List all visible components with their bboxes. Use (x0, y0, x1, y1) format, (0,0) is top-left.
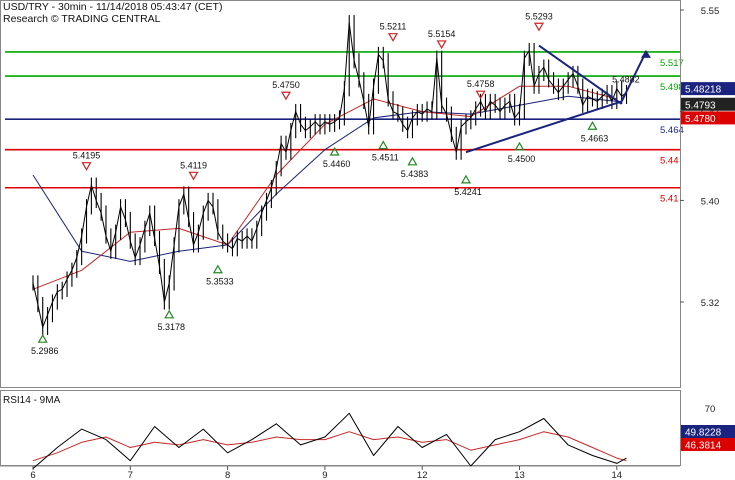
price-panel-frame (0, 0, 681, 388)
rsi-label: RSI14 - 9MA (3, 395, 61, 406)
price-badge-label: 5.4793 (685, 100, 716, 111)
swing-label: 5.4663 (581, 133, 609, 143)
y-tick-label: 5.32 (701, 298, 720, 309)
price-line (32, 22, 627, 330)
rsi-panel-frame (0, 390, 681, 466)
high-marker-icon (436, 40, 447, 50)
low-marker-icon (407, 156, 418, 166)
price-series (32, 15, 628, 336)
swing-label: 5.4758 (467, 79, 495, 89)
x-tick-label: 13 (514, 470, 525, 480)
low-marker-icon (378, 140, 389, 150)
low-marker-icon (212, 264, 223, 274)
high-marker-icon (387, 33, 399, 42)
support-trend-line (465, 100, 622, 154)
swing-label: 5.4511 (372, 153, 399, 163)
level-label: 5.44 (660, 156, 679, 167)
swing-label: 5.4882 (612, 74, 640, 84)
price-badges: 5.48218 5.4793 5.4780 (681, 82, 735, 125)
swing-label: 5.4119 (180, 160, 207, 170)
high-marker-icon (188, 171, 199, 181)
swing-label: 5.4241 (454, 187, 482, 197)
price-badge-label: 5.4780 (685, 114, 716, 125)
low-marker-icon (460, 174, 472, 184)
swing-label: 5.5211 (380, 22, 407, 32)
swing-label: 5.5154 (428, 29, 456, 39)
rsi-line (32, 412, 627, 469)
level-label: 5.41 (660, 194, 679, 205)
rsi-y-tick-label: 70 (705, 404, 716, 415)
swing-label: 5.5293 (525, 11, 553, 21)
x-tick-label: 14 (612, 470, 623, 480)
rsi-badge-label: 46.3814 (685, 441, 722, 452)
high-marker-icon (81, 162, 92, 171)
x-tick-label: 8 (225, 470, 230, 480)
swing-label: 5.3178 (157, 322, 185, 332)
swing-label: 5.4460 (323, 159, 351, 169)
price-chart: 5.5175.4985.4645.445.41 5.29865.41955.31… (0, 0, 735, 480)
low-marker-icon (37, 333, 48, 343)
price-badge-label: 5.48218 (685, 85, 722, 96)
swing-label: 5.4750 (272, 80, 300, 90)
rsi-panel: 70 49.8228 46.3814 (32, 404, 735, 469)
rsi-badge-label: 49.8228 (685, 428, 722, 439)
y-tick-label: 5.55 (701, 6, 720, 17)
high-marker-icon (533, 22, 544, 32)
x-tick-label: 9 (322, 470, 327, 480)
rsi-ma-line (32, 431, 627, 462)
swing-label: 5.3533 (206, 277, 234, 287)
low-marker-icon (164, 309, 175, 319)
swing-label: 5.2986 (31, 346, 59, 356)
low-marker-icon (587, 121, 598, 130)
high-marker-icon (280, 91, 292, 101)
x-tick-label: 7 (128, 470, 133, 480)
axes: 5.555.475.405.326789121314 (0, 0, 720, 480)
y-tick-label: 5.40 (701, 196, 720, 207)
swing-label: 5.4195 (73, 151, 101, 161)
swing-label: 5.4500 (508, 154, 536, 164)
x-tick-label: 6 (30, 470, 35, 480)
swing-label: 5.4383 (401, 169, 429, 179)
x-tick-label: 12 (417, 470, 428, 480)
